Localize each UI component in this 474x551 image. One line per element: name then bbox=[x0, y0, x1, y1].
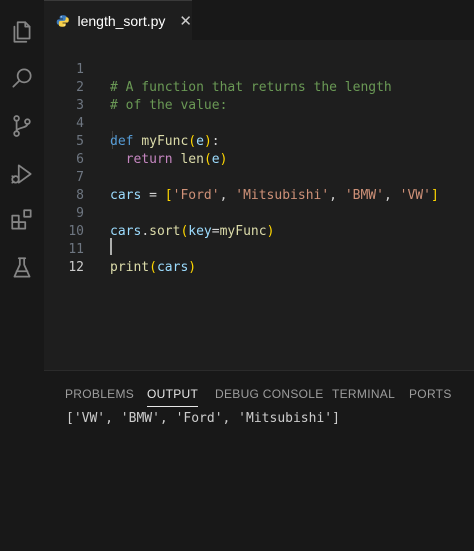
keyword-def: def bbox=[110, 134, 134, 149]
code-line: 2 # of the value: bbox=[44, 61, 227, 113]
string-item: 'Ford' bbox=[172, 188, 220, 203]
function-ref: myFunc bbox=[219, 224, 267, 239]
search-icon[interactable] bbox=[8, 64, 36, 92]
code-line: 3 bbox=[44, 79, 84, 113]
method-sort: sort bbox=[149, 224, 181, 239]
string-item: 'Mitsubishi' bbox=[235, 188, 330, 203]
line-number-active: 12 bbox=[68, 260, 84, 275]
output-text: ['VW', 'BMW', 'Ford', 'Mitsubishi'] bbox=[66, 411, 340, 426]
string-item: 'BMW' bbox=[344, 188, 384, 203]
parameter: e bbox=[196, 134, 204, 149]
builtin-len: len bbox=[180, 152, 204, 167]
python-file-icon bbox=[56, 14, 69, 27]
text-cursor bbox=[110, 238, 112, 255]
code-editor[interactable]: 1 # A function that returns the length 2… bbox=[44, 40, 474, 370]
variable: cars bbox=[110, 188, 142, 203]
code-line: 7 cars = ['Ford', 'Mitsubishi', 'BMW', '… bbox=[44, 151, 439, 203]
tab-ports[interactable]: PORTS bbox=[409, 387, 452, 401]
editor-tab-bar: length_sort.py ✕ bbox=[44, 0, 474, 41]
tab-label: length_sort.py bbox=[77, 12, 166, 29]
code-line: 12 bbox=[44, 241, 84, 275]
bottom-panel: PROBLEMS OUTPUT DEBUG CONSOLE TERMINAL P… bbox=[44, 370, 474, 551]
argument: e bbox=[211, 152, 220, 167]
code-line: 8 bbox=[44, 169, 84, 203]
source-control-icon[interactable] bbox=[8, 112, 36, 140]
extensions-icon[interactable] bbox=[8, 206, 36, 234]
code-line: 11 print(cars) bbox=[44, 223, 196, 275]
tab-debug-console[interactable]: DEBUG CONSOLE bbox=[215, 387, 324, 401]
code-line: 5 return len(e) bbox=[44, 115, 227, 167]
activity-bar bbox=[0, 0, 44, 551]
code-line: 9 cars.sort(key=myFunc) bbox=[44, 187, 274, 239]
keyword-return: return bbox=[125, 152, 173, 167]
keyword-arg: key bbox=[188, 224, 212, 239]
comment: # A function that returns the length bbox=[110, 80, 392, 95]
function-name: myFunc bbox=[141, 134, 189, 149]
builtin-print: print bbox=[110, 260, 150, 275]
tab-output[interactable]: OUTPUT bbox=[147, 387, 199, 407]
comment: # of the value: bbox=[110, 98, 228, 113]
close-icon[interactable]: ✕ bbox=[179, 12, 192, 30]
code-line: 6 bbox=[44, 133, 84, 167]
code-line: 10 bbox=[44, 205, 84, 239]
testing-icon[interactable] bbox=[8, 254, 36, 282]
code-line: 1 # A function that returns the length bbox=[44, 43, 392, 95]
tab-problems[interactable]: PROBLEMS bbox=[65, 387, 134, 401]
argument: cars bbox=[156, 260, 189, 275]
tab-terminal[interactable]: TERMINAL bbox=[332, 387, 395, 401]
explorer-icon[interactable] bbox=[8, 18, 36, 46]
code-line: 4 def myFunc(e): bbox=[44, 97, 219, 149]
run-debug-icon[interactable] bbox=[8, 160, 36, 188]
string-item: 'VW' bbox=[399, 188, 431, 203]
tab-length-sort-py[interactable]: length_sort.py ✕ bbox=[44, 0, 192, 40]
variable: cars bbox=[110, 224, 142, 239]
